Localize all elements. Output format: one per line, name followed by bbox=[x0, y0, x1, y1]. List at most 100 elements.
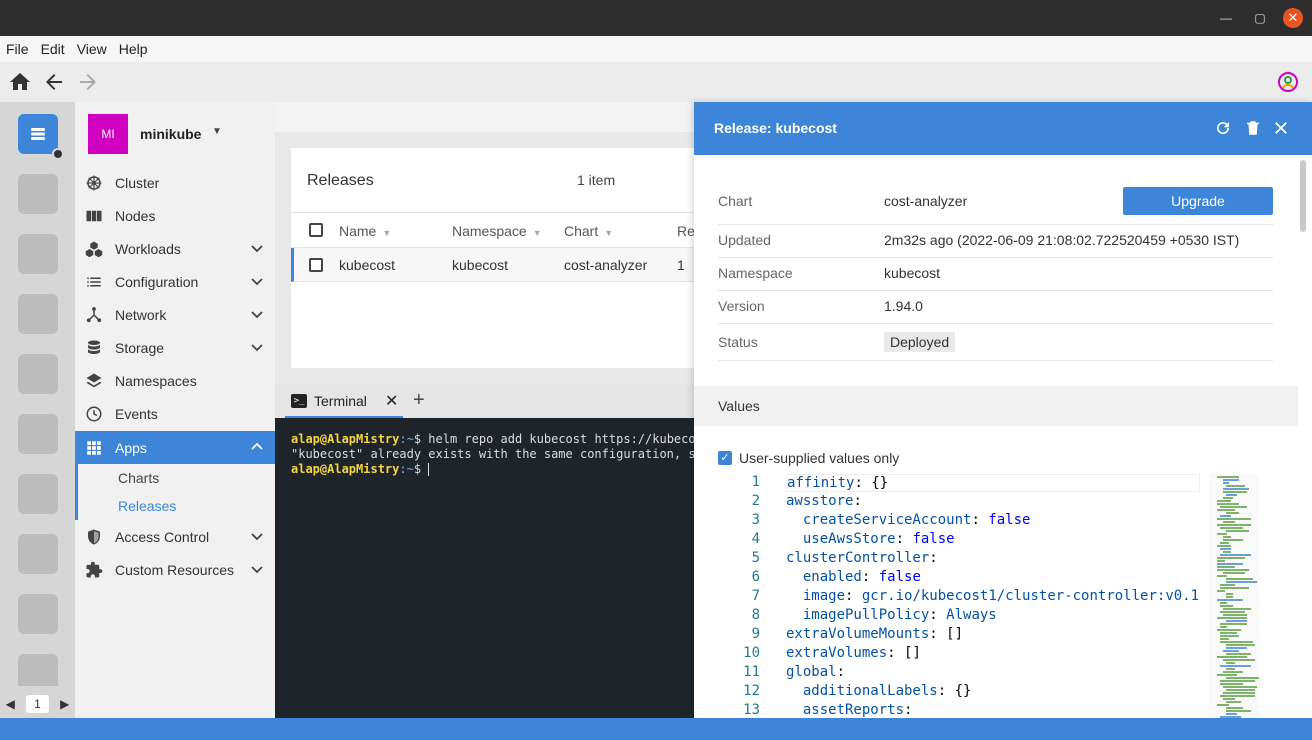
cell-namespace: kubecost bbox=[452, 257, 509, 273]
sidebar-item-storage[interactable]: Storage bbox=[75, 331, 275, 364]
hotbar-pager: ◀ 1 ▶ bbox=[0, 690, 75, 718]
user-supplied-checkbox[interactable]: ✓ bbox=[718, 451, 732, 465]
hotbar-item-active[interactable] bbox=[18, 114, 64, 160]
minimap-line bbox=[1217, 617, 1247, 619]
sidebar-item-nodes[interactable]: Nodes bbox=[75, 199, 275, 232]
cluster-selector[interactable]: MI minikube ▼ bbox=[75, 102, 275, 166]
status-badge: Deployed bbox=[884, 332, 956, 352]
chevron-down-icon bbox=[251, 245, 263, 253]
sidebar-item-label: Configuration bbox=[115, 273, 199, 290]
sidebar-item-cluster[interactable]: Cluster bbox=[75, 166, 275, 199]
minimap-line bbox=[1226, 596, 1233, 598]
minimap-line bbox=[1223, 614, 1247, 616]
hotbar-item[interactable] bbox=[18, 174, 58, 214]
user-supplied-label: User-supplied values only bbox=[739, 450, 900, 466]
close-tab-icon[interactable]: ✕ bbox=[385, 391, 398, 411]
minimap-line bbox=[1226, 701, 1241, 703]
editor-minimap[interactable] bbox=[1209, 474, 1259, 718]
close-window-button[interactable]: ✕ bbox=[1283, 8, 1303, 28]
refresh-icon[interactable] bbox=[1214, 119, 1232, 137]
minimap-line bbox=[1226, 689, 1255, 691]
sidebar-item-label: Namespaces bbox=[115, 372, 197, 389]
minimap-line bbox=[1226, 644, 1255, 646]
yaml-code: extraVolumes: [] bbox=[786, 645, 921, 661]
sidebar-item-network[interactable]: Network bbox=[75, 298, 275, 331]
yaml-code: additionalLabels: {} bbox=[802, 683, 972, 699]
sidebar-item-namespaces[interactable]: Namespaces bbox=[75, 364, 275, 397]
menu-view[interactable]: View bbox=[77, 41, 107, 57]
minimap-line bbox=[1220, 584, 1235, 586]
sidebar-item-label: Workloads bbox=[115, 240, 181, 257]
back-arrow-icon[interactable] bbox=[42, 70, 66, 94]
values-yaml-editor[interactable]: 1 affinity: {} 2 awsstore: 3 createServiceAc… bbox=[724, 474, 1259, 718]
sidebar-subitem-charts[interactable]: Charts bbox=[75, 464, 275, 492]
hotbar-item[interactable] bbox=[18, 654, 58, 686]
panel-header: Release: kubecost bbox=[694, 102, 1312, 155]
next-page-button[interactable]: ▶ bbox=[60, 697, 69, 711]
panel-scrollbar[interactable] bbox=[1300, 160, 1306, 232]
sidebar-item-access-control[interactable]: Access Control bbox=[75, 520, 275, 553]
delete-trash-icon[interactable] bbox=[1244, 119, 1262, 137]
minimap-line bbox=[1226, 677, 1259, 679]
column-header-revision[interactable]: Re bbox=[677, 223, 695, 239]
add-tab-icon[interactable]: + bbox=[413, 389, 425, 412]
close-icon[interactable] bbox=[1272, 119, 1290, 137]
detail-label: Namespace bbox=[718, 265, 793, 281]
yaml-code: global: bbox=[786, 664, 846, 680]
yaml-line: 12 additionalLabels: {} bbox=[724, 683, 1259, 702]
menu-file[interactable]: File bbox=[6, 41, 29, 57]
values-title: Values bbox=[718, 398, 760, 414]
maximize-button[interactable]: ▢ bbox=[1250, 8, 1270, 28]
user-account-icon[interactable] bbox=[1276, 70, 1300, 94]
prev-page-button[interactable]: ◀ bbox=[6, 697, 15, 711]
minimap-line bbox=[1223, 536, 1231, 538]
sidebar-item-configuration[interactable]: Configuration bbox=[75, 265, 275, 298]
storage-database-icon bbox=[88, 340, 100, 354]
sidebar-item-events[interactable]: Events bbox=[75, 397, 275, 430]
hotbar-item[interactable] bbox=[18, 414, 58, 454]
terminal-output[interactable]: alap@AlapMistry:~$ helm repo add kubecos… bbox=[275, 418, 695, 718]
minimap-line bbox=[1223, 608, 1251, 610]
hotbar-item[interactable] bbox=[18, 474, 58, 514]
sidebar-item-apps[interactable]: Apps bbox=[75, 431, 275, 464]
row-checkbox[interactable] bbox=[309, 258, 323, 272]
hotbar-item[interactable] bbox=[18, 354, 58, 394]
yaml-line: 11 global: bbox=[724, 664, 1259, 683]
minimap-line bbox=[1217, 704, 1229, 706]
cell-revision: 1 bbox=[677, 257, 685, 273]
yaml-code: clusterController: bbox=[786, 550, 938, 566]
yaml-line: 7 image: gcr.io/kubecost1/cluster-contro… bbox=[724, 588, 1259, 607]
sidebar-item-workloads[interactable]: Workloads bbox=[75, 232, 275, 265]
minimap-line bbox=[1217, 503, 1239, 505]
tab-terminal[interactable]: >_ Terminal ✕ bbox=[285, 384, 403, 418]
table-row[interactable]: kubecost kubecost cost-analyzer 1 bbox=[291, 248, 701, 282]
hotbar-item[interactable] bbox=[18, 534, 58, 574]
line-number: 6 bbox=[751, 569, 760, 585]
hotbar-page-number: 1 bbox=[26, 695, 49, 713]
yaml-code: assetReports: bbox=[802, 702, 913, 718]
chevron-down-icon bbox=[251, 311, 263, 319]
sidebar-item-custom-resources[interactable]: Custom Resources bbox=[75, 553, 275, 586]
column-header-chart[interactable]: Chart ▼ bbox=[564, 223, 613, 239]
select-all-checkbox[interactable] bbox=[309, 223, 323, 237]
upgrade-button[interactable]: Upgrade bbox=[1123, 187, 1273, 215]
minimap-line bbox=[1223, 659, 1255, 661]
sidebar-subitem-releases[interactable]: Releases bbox=[75, 492, 275, 520]
menu-help[interactable]: Help bbox=[119, 41, 148, 57]
menu-bar: File Edit View Help bbox=[0, 36, 1312, 62]
detail-row-namespace: Namespace kubecost bbox=[718, 258, 1273, 291]
settings-gear-icon[interactable] bbox=[52, 148, 64, 160]
minimap-line bbox=[1226, 707, 1243, 709]
home-icon[interactable] bbox=[8, 70, 32, 94]
forward-arrow-icon[interactable] bbox=[76, 70, 100, 94]
hotbar-item[interactable] bbox=[18, 234, 58, 274]
menu-edit[interactable]: Edit bbox=[41, 41, 65, 57]
column-header-namespace[interactable]: Namespace ▼ bbox=[452, 223, 542, 239]
column-header-name[interactable]: Name ▼ bbox=[339, 223, 391, 239]
yaml-code: extraVolumeMounts: [] bbox=[786, 626, 964, 642]
yaml-code: enabled: false bbox=[802, 569, 921, 585]
status-bar bbox=[0, 718, 1312, 740]
hotbar-item[interactable] bbox=[18, 594, 58, 634]
hotbar-item[interactable] bbox=[18, 294, 58, 334]
minimize-button[interactable]: — bbox=[1216, 8, 1236, 28]
